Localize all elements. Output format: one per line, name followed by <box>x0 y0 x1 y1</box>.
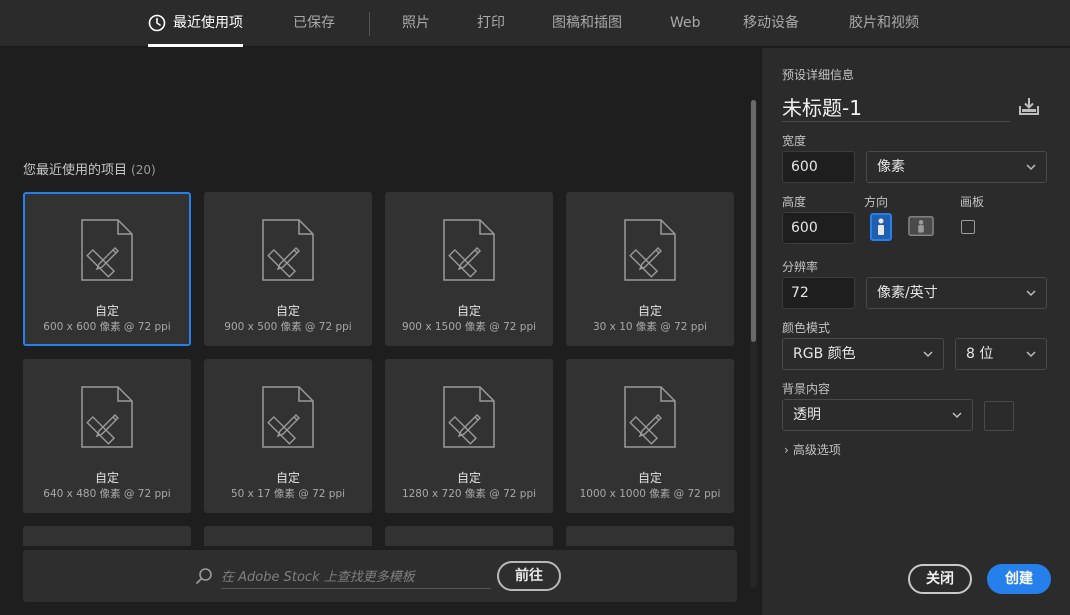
resolution-input[interactable]: 72 <box>782 277 855 309</box>
scrollbar-thumb[interactable] <box>751 100 756 342</box>
preset-name: 自定 <box>637 471 662 485</box>
recent-title-text: 您最近使用的项目 <box>23 163 128 178</box>
preset-name: 自定 <box>456 471 481 485</box>
document-preset-icon <box>262 219 314 281</box>
preset-detail: 600 x 600 像素 @ 72 ppi <box>43 321 171 333</box>
tab-web[interactable]: Web <box>670 0 701 47</box>
preset-card[interactable]: 自定 900 x 500 像素 @ 72 ppi <box>204 192 372 346</box>
recent-title: 您最近使用的项目 (20) <box>23 159 156 178</box>
card-partial <box>566 526 734 546</box>
tab-photo[interactable]: 照片 <box>402 0 430 47</box>
preset-detail: 640 x 480 像素 @ 72 ppi <box>43 488 171 500</box>
tab-film-video[interactable]: 胶片和视频 <box>849 0 919 47</box>
preset-detail: 30 x 10 像素 @ 72 ppi <box>592 321 708 333</box>
preset-card[interactable]: 自定 600 x 600 像素 @ 72 ppi <box>23 192 191 346</box>
preset-card[interactable]: 自定 30 x 10 像素 @ 72 ppi <box>566 192 734 346</box>
background-value: 透明 <box>793 407 821 423</box>
preset-card[interactable]: 自定 50 x 17 像素 @ 72 ppi <box>204 359 372 513</box>
artboard-checkbox[interactable] <box>961 220 975 234</box>
background-select[interactable]: 透明 <box>782 399 973 431</box>
preset-name: 自定 <box>637 304 662 318</box>
save-preset-icon[interactable] <box>1018 96 1040 116</box>
preset-card[interactable]: 自定 900 x 1500 像素 @ 72 ppi <box>385 192 553 346</box>
card-partial <box>204 526 372 546</box>
chevron-down-icon <box>1026 164 1036 171</box>
chevron-right-icon: › <box>784 443 789 457</box>
chevron-down-icon <box>923 351 933 358</box>
landscape-orientation-icon[interactable] <box>908 213 934 241</box>
preset-name: 自定 <box>275 471 300 485</box>
stock-search-input[interactable]: 在 Adobe Stock 上查找更多模板 <box>221 566 491 589</box>
width-unit-select[interactable]: 像素 <box>866 151 1047 183</box>
preset-name: 自定 <box>275 304 300 318</box>
color-mode-select[interactable]: RGB 颜色 <box>782 338 944 370</box>
background-label: 背景内容 <box>782 382 831 396</box>
color-mode-value: RGB 颜色 <box>793 346 856 362</box>
preset-card[interactable]: 自定 1000 x 1000 像素 @ 72 ppi <box>566 359 734 513</box>
card-partial <box>385 526 553 546</box>
bit-depth-select[interactable]: 8 位 <box>955 338 1047 370</box>
width-label: 宽度 <box>782 134 807 148</box>
preset-detail: 1280 x 720 像素 @ 72 ppi <box>401 488 537 500</box>
tab-mobile[interactable]: 移动设备 <box>743 0 799 47</box>
tab-saved[interactable]: 已保存 <box>293 0 335 47</box>
document-name-input[interactable]: 未标题-1 <box>782 92 1010 122</box>
resolution-unit-value: 像素/英寸 <box>877 285 938 301</box>
chevron-down-icon <box>1026 351 1036 358</box>
preset-detail: 50 x 17 像素 @ 72 ppi <box>230 488 346 500</box>
chevron-down-icon <box>952 412 962 419</box>
resolution-unit-select[interactable]: 像素/英寸 <box>866 277 1047 309</box>
artboard-label: 画板 <box>960 195 985 209</box>
document-preset-icon <box>81 219 133 281</box>
advanced-options-toggle[interactable]: › 高级选项 <box>784 441 841 458</box>
advanced-options-label: 高级选项 <box>792 443 841 457</box>
tab-recent-label: 最近使用项 <box>173 15 243 31</box>
go-button[interactable]: 前往 <box>497 561 561 591</box>
chevron-down-icon <box>1026 290 1036 297</box>
tab-recent[interactable]: 最近使用项 <box>148 0 243 47</box>
document-preset-icon <box>443 219 495 281</box>
tab-print[interactable]: 打印 <box>477 0 505 47</box>
preset-name: 自定 <box>94 304 119 318</box>
create-button[interactable]: 创建 <box>987 564 1051 594</box>
preset-details-heading: 预设详细信息 <box>782 68 855 82</box>
card-partial <box>23 526 191 546</box>
tab-art-illustration[interactable]: 图稿和插图 <box>552 0 622 47</box>
recent-count: (20) <box>131 163 156 177</box>
background-color-swatch[interactable] <box>984 401 1014 431</box>
document-preset-icon <box>443 386 495 448</box>
search-icon <box>196 568 212 584</box>
width-unit-value: 像素 <box>877 159 905 175</box>
height-input[interactable]: 600 <box>782 212 855 244</box>
portrait-orientation-icon[interactable] <box>870 213 896 241</box>
color-mode-label: 颜色模式 <box>782 321 831 335</box>
preset-detail: 1000 x 1000 像素 @ 72 ppi <box>579 488 721 500</box>
preset-detail: 900 x 500 像素 @ 72 ppi <box>224 321 352 333</box>
clock-icon <box>148 14 166 32</box>
orientation-label: 方向 <box>864 195 889 209</box>
resolution-label: 分辨率 <box>782 260 819 274</box>
document-preset-icon <box>81 386 133 448</box>
tab-divider <box>369 12 370 36</box>
preset-name: 自定 <box>94 471 119 485</box>
preset-card[interactable]: 自定 640 x 480 像素 @ 72 ppi <box>23 359 191 513</box>
width-input[interactable]: 600 <box>782 151 855 183</box>
preset-detail: 900 x 1500 像素 @ 72 ppi <box>401 321 537 333</box>
preset-name: 自定 <box>456 304 481 318</box>
document-preset-icon <box>624 219 676 281</box>
stock-search-bar: 在 Adobe Stock 上查找更多模板 前往 <box>23 550 737 602</box>
height-label: 高度 <box>782 195 807 209</box>
preset-card[interactable]: 自定 1280 x 720 像素 @ 72 ppi <box>385 359 553 513</box>
tab-bar: 最近使用项 已保存 照片 打印 图稿和插图 Web 移动设备 胶片和视频 <box>0 0 1070 47</box>
document-preset-icon <box>262 386 314 448</box>
bit-depth-value: 8 位 <box>966 346 994 362</box>
close-button[interactable]: 关闭 <box>908 564 972 594</box>
document-preset-icon <box>624 386 676 448</box>
preset-details-panel: 预设详细信息 未标题-1 宽度 600 像素 高度 600 方向 画板 分辨率 … <box>761 48 1070 615</box>
